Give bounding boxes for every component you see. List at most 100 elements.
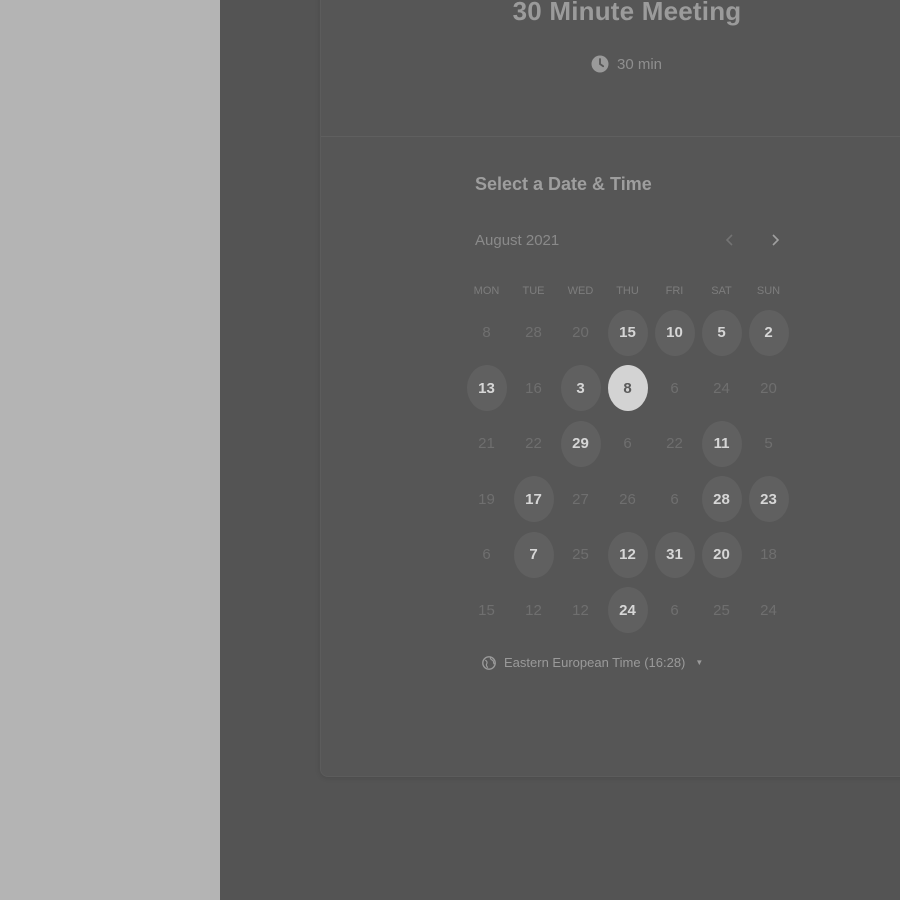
- calendar-day-number: 15: [478, 601, 495, 619]
- calendar-day: 19: [463, 472, 510, 528]
- calendar-day-available[interactable]: 15: [604, 305, 651, 361]
- calendar-day-available[interactable]: 17: [510, 472, 557, 528]
- calendar-day-number: 28: [701, 476, 742, 523]
- calendar-day: 6: [463, 527, 510, 583]
- calendar-day-number: 25: [713, 601, 730, 619]
- calendar-day-available[interactable]: 23: [745, 472, 792, 528]
- calendar-day: 22: [510, 416, 557, 472]
- timezone-selector[interactable]: Eastern European Time (16:28) ▼: [482, 655, 703, 670]
- calendar-day-available[interactable]: 10: [651, 305, 698, 361]
- left-panel: [0, 0, 220, 900]
- calendar-day-number: 20: [760, 379, 777, 397]
- calendar-day-number: 29: [560, 420, 601, 467]
- weekday-sat: SAT: [711, 285, 732, 297]
- calendar-day: 6: [651, 472, 698, 528]
- calendar-day-available[interactable]: 13: [463, 361, 510, 417]
- calendar-day: 25: [698, 583, 745, 639]
- calendar-day-number: 11: [701, 420, 742, 467]
- calendar-day-number: 20: [701, 531, 742, 578]
- calendar-day-available[interactable]: 29: [557, 416, 604, 472]
- calendar-day-number: 6: [482, 546, 491, 564]
- weekday-mon: MON: [473, 285, 500, 297]
- calendar-day: 6: [651, 583, 698, 639]
- calendar-day: 5: [745, 416, 792, 472]
- month-label: August 2021: [475, 232, 560, 249]
- calendar-day-number: 31: [654, 531, 695, 578]
- calendar-day-available[interactable]: 7: [510, 527, 557, 583]
- calendar-day: 12: [557, 583, 604, 639]
- calendar-day: 26: [604, 472, 651, 528]
- calendar-day-number: 25: [572, 546, 589, 564]
- calendar-day: 22: [651, 416, 698, 472]
- weekday-fri: FRI: [665, 285, 684, 297]
- calendar-day: 20: [557, 305, 604, 361]
- calendar-day: 24: [698, 361, 745, 417]
- calendar-day-available[interactable]: 2: [745, 305, 792, 361]
- calendar-day-number: 21: [478, 435, 495, 453]
- calendar-day-available[interactable]: 12: [604, 527, 651, 583]
- calendar-day-number: 13: [466, 365, 507, 412]
- calendar-day-number: 8: [482, 324, 491, 342]
- calendar-day-number: 6: [623, 435, 632, 453]
- calendar-day-number: 3: [560, 365, 601, 412]
- calendar-day-number: 28: [525, 324, 542, 342]
- calendar-day-number: 7: [513, 531, 554, 578]
- calendar-day-number: 18: [760, 546, 777, 564]
- calendar-day: 27: [557, 472, 604, 528]
- calendar-day-number: 5: [701, 309, 742, 356]
- calendar-day: 16: [510, 361, 557, 417]
- calendar-day: 18: [745, 527, 792, 583]
- calendar-day-number: 10: [654, 309, 695, 356]
- calendar-day-number: 8: [607, 365, 648, 412]
- calendar-day-number: 17: [513, 476, 554, 523]
- calendar-day: 12: [510, 583, 557, 639]
- globe-icon: [482, 655, 496, 670]
- caret-down-icon: ▼: [695, 658, 704, 667]
- section-title: Select a Date & Time: [475, 174, 652, 194]
- calendar-day-available[interactable]: 28: [698, 472, 745, 528]
- calendar-day-available[interactable]: 31: [651, 527, 698, 583]
- calendar-day-selected[interactable]: 8: [604, 361, 651, 417]
- calendar-day-number: 12: [525, 601, 542, 619]
- calendar-day-available[interactable]: 20: [698, 527, 745, 583]
- calendar-day-number: 22: [525, 435, 542, 453]
- calendar-day: 8: [463, 305, 510, 361]
- duration-label: 30 min: [617, 55, 663, 73]
- calendar-day-number: 12: [607, 531, 648, 578]
- calendar-day-number: 24: [607, 587, 648, 634]
- calendar-day-number: 26: [619, 490, 636, 508]
- calendar-day-number: 24: [760, 601, 777, 619]
- clock-icon: [591, 55, 609, 73]
- calendar-day-number: 15: [607, 309, 648, 356]
- event-duration: 30 min: [591, 55, 662, 73]
- calendar-day-number: 6: [670, 490, 679, 508]
- weekday-thu: THU: [616, 285, 639, 297]
- calendar-day-number: 2: [748, 309, 789, 356]
- calendar-day: 20: [745, 361, 792, 417]
- calendar-day-available[interactable]: 5: [698, 305, 745, 361]
- calendar-day: 21: [463, 416, 510, 472]
- event-header: 30 Minute Meeting 30 min: [321, 0, 900, 137]
- weekday-tue: TUE: [522, 285, 545, 297]
- calendar-day-number: 27: [572, 490, 589, 508]
- calendar-day-available[interactable]: 3: [557, 361, 604, 417]
- calendar-day-available[interactable]: 24: [604, 583, 651, 639]
- next-month-button[interactable]: [762, 227, 788, 253]
- prev-month-button[interactable]: [717, 227, 743, 253]
- calendar-day: 15: [463, 583, 510, 639]
- calendar-day: 6: [604, 416, 651, 472]
- calendar-day-number: 16: [525, 379, 542, 397]
- calendar-day-number: 22: [666, 435, 683, 453]
- calendar-day-available[interactable]: 11: [698, 416, 745, 472]
- calendar-day-number: 20: [572, 324, 589, 342]
- chevron-left-icon: [725, 234, 733, 246]
- calendar-day-number: 23: [748, 476, 789, 523]
- weekday-sun: SUN: [756, 285, 781, 297]
- weekday-wed: WED: [567, 285, 594, 297]
- calendar-day-number: 6: [670, 601, 679, 619]
- calendar-day-number: 24: [713, 379, 730, 397]
- calendar-day-number: 6: [670, 379, 679, 397]
- calendar-day-number: 12: [572, 601, 589, 619]
- event-title: 30 Minute Meeting: [512, 0, 742, 26]
- calendar-day: 24: [745, 583, 792, 639]
